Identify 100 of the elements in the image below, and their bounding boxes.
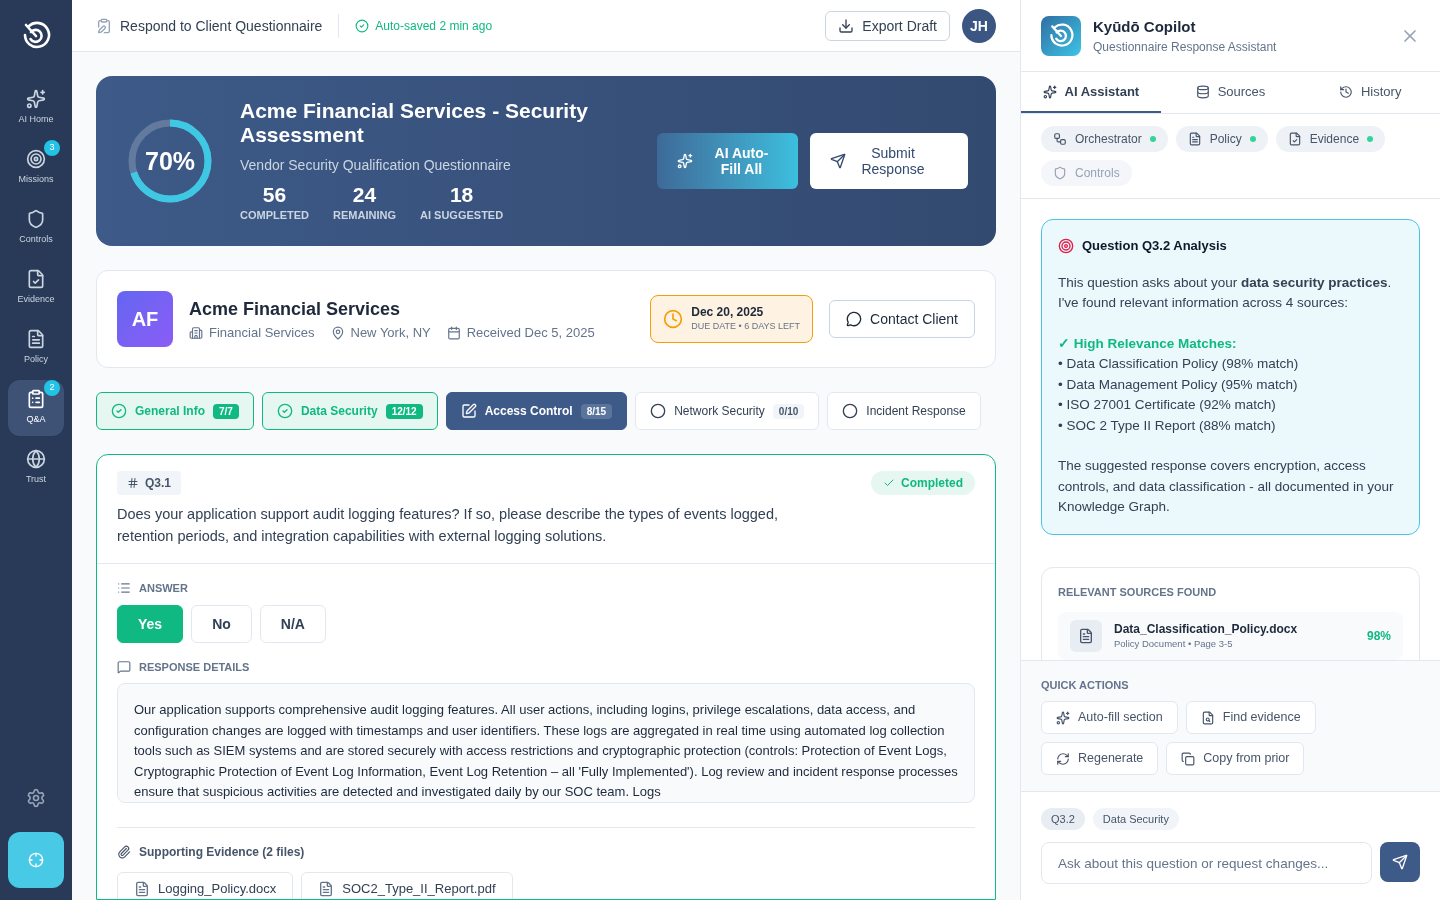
sidebar-item[interactable]: Trust [8, 440, 64, 496]
file-icon [134, 881, 150, 897]
response-textarea[interactable]: Our application supports comprehensive audit logging features. All user actions, including logins, privilege escalations, data access, and configuration changes are logged with timestamps and user identifiers. These logs are aggregated in real time using automated log collection tools such as SIEM systems and are stored securely with access restrictions and cryptographic protection (controls: Protection of Event Logs, Cryptographic Protection of Event Log Information, Event Log Retention – all 'Fully Implemented'). Log review and incident response processes ensure that suspicious activities are detected and investigated daily by our SOC team. Logs [117, 683, 975, 803]
agent-icon [1187, 132, 1202, 146]
target-icon [1058, 238, 1074, 255]
match-item: • Data Classification Policy (98% match) [1058, 355, 1300, 373]
status-badge: Completed [871, 471, 975, 495]
due-note: DUE DATE • 6 DAYS LEFT [691, 320, 801, 334]
pin-icon [330, 326, 345, 340]
match-score: 98% [1366, 628, 1391, 644]
agent-chip[interactable]: Policy [1175, 126, 1268, 152]
matches-title: ✓ High Relevance Matches: [1058, 334, 1238, 353]
copilot-name: Kyūdō Copilot [1093, 17, 1197, 38]
nav-icon [26, 209, 46, 230]
sidebar-item[interactable]: AI Home [8, 80, 64, 136]
nav-icon [26, 329, 46, 350]
answer-label: ANSWER [139, 581, 188, 596]
section-tab[interactable]: Incident Response [827, 392, 981, 430]
status-icon [111, 403, 127, 419]
action-icon [1056, 751, 1070, 766]
nav-icon [26, 449, 46, 470]
section-tab[interactable]: Access Control 8/15 [445, 392, 628, 430]
list-icon [117, 581, 131, 596]
chat-input[interactable]: Ask about this question or request changes... [1041, 842, 1372, 884]
question-id: Q3.1 [117, 471, 181, 495]
send-button[interactable] [1380, 842, 1420, 882]
stat-value: 24 [352, 182, 377, 207]
stat-value: 56 [262, 182, 287, 207]
agent-icon [1053, 132, 1067, 146]
status-icon [276, 403, 293, 419]
status-icon [650, 403, 667, 419]
client-location: New York, NY [350, 324, 431, 343]
assessment-subtitle: Vendor Security Qualification Questionnaire [240, 155, 512, 175]
agent-chip[interactable]: Orchestrator [1041, 126, 1168, 152]
user-avatar[interactable]: JH [962, 8, 996, 43]
count-badge: 7/7 [213, 403, 239, 419]
quick-action-button[interactable]: Find evidence [1185, 701, 1316, 734]
details-label: RESPONSE DETAILS [139, 659, 250, 675]
stat-label: REMAINING [333, 207, 396, 223]
badge: 3 [44, 140, 60, 156]
due-date: Dec 20, 2025 [691, 304, 765, 321]
stat-value: 18 [449, 182, 474, 207]
client-industry: Financial Services [209, 324, 315, 343]
settings-icon[interactable] [26, 788, 46, 808]
action-icon [1056, 710, 1070, 725]
file-icon [318, 881, 335, 897]
match-item: • Data Management Policy (95% match) [1058, 375, 1299, 394]
nav-icon [26, 389, 46, 410]
answer-option[interactable]: N/A [259, 604, 326, 643]
copilot-subtitle: Questionnaire Response Assistant [1093, 38, 1278, 55]
tab-icon [1042, 84, 1057, 99]
answer-option[interactable]: No [191, 604, 252, 643]
sidebar-item[interactable]: Missions 3 [8, 140, 64, 196]
sidebar-item[interactable]: Q&A 2 [8, 380, 64, 436]
panel-tab[interactable]: History [1300, 72, 1440, 113]
badge: 2 [44, 380, 60, 396]
export-button[interactable]: Export Draft [825, 10, 950, 41]
quick-action-button[interactable]: Regenerate [1041, 742, 1159, 775]
nav-icon [26, 269, 46, 290]
assessment-title: Acme Financial Services - Security Assessment [240, 98, 589, 147]
hash-icon [127, 477, 139, 489]
target-icon [28, 852, 44, 868]
paperclip-icon [117, 845, 131, 859]
quick-action-button[interactable]: Copy from prior [1166, 742, 1305, 775]
sources-title: RELEVANT SOURCES FOUND [1058, 584, 1218, 600]
sidebar-item[interactable]: Policy [8, 320, 64, 376]
analysis-intro: This question asks about your data security practices. I've found relevant information across 4 sources: [1058, 273, 1393, 312]
section-tab[interactable]: Network Security 0/10 [635, 392, 820, 430]
evidence-label: Supporting Evidence (2 files) [139, 844, 305, 860]
chat-icon [846, 311, 863, 327]
agent-icon [1287, 132, 1302, 146]
context-tag: Data Security [1092, 808, 1179, 830]
panel-tab[interactable]: AI Assistant [1021, 72, 1161, 113]
analysis-title: Question Q3.2 Analysis [1082, 237, 1227, 255]
count-badge: 12/12 [385, 403, 423, 419]
context-tag: Q3.2 [1041, 808, 1085, 830]
contact-button[interactable]: Contact Client [829, 300, 975, 338]
quick-action-button[interactable]: Auto-fill section [1041, 701, 1178, 734]
evidence-file[interactable]: SOC2_Type_II_Report.pdf [301, 872, 513, 899]
received-date: Received Dec 5, 2025 [466, 324, 595, 343]
building-icon [189, 326, 203, 340]
evidence-file[interactable]: Logging_Policy.docx [117, 872, 294, 899]
autofill-button[interactable]: AI Auto-Fill All [657, 133, 798, 189]
sparkles-icon [677, 153, 693, 169]
tab-icon [1195, 84, 1210, 99]
count-badge: 0/10 [772, 403, 805, 419]
submit-button[interactable]: Submit Response [810, 133, 968, 189]
sidebar-item[interactable]: Controls [8, 200, 64, 256]
source-item[interactable]: Data_Classification_Policy.docx Policy Document • Page 3-5 98% [1058, 612, 1403, 660]
send-icon [830, 153, 846, 169]
panel-tab[interactable]: Sources [1160, 72, 1301, 113]
logo-icon [1047, 21, 1075, 50]
clipboard-icon [96, 17, 112, 34]
comment-icon [117, 659, 131, 674]
question-text: Does your application support audit logging features? If so, please describe the types of events logged, retention periods, and integration capabilities with external logging solutions. [117, 505, 779, 546]
count-badge: 8/15 [580, 403, 613, 419]
sidebar-item[interactable]: Evidence [8, 260, 64, 316]
agent-chip[interactable]: Evidence [1275, 126, 1386, 152]
client-avatar: AF [117, 291, 173, 347]
copilot-button[interactable] [8, 832, 64, 888]
